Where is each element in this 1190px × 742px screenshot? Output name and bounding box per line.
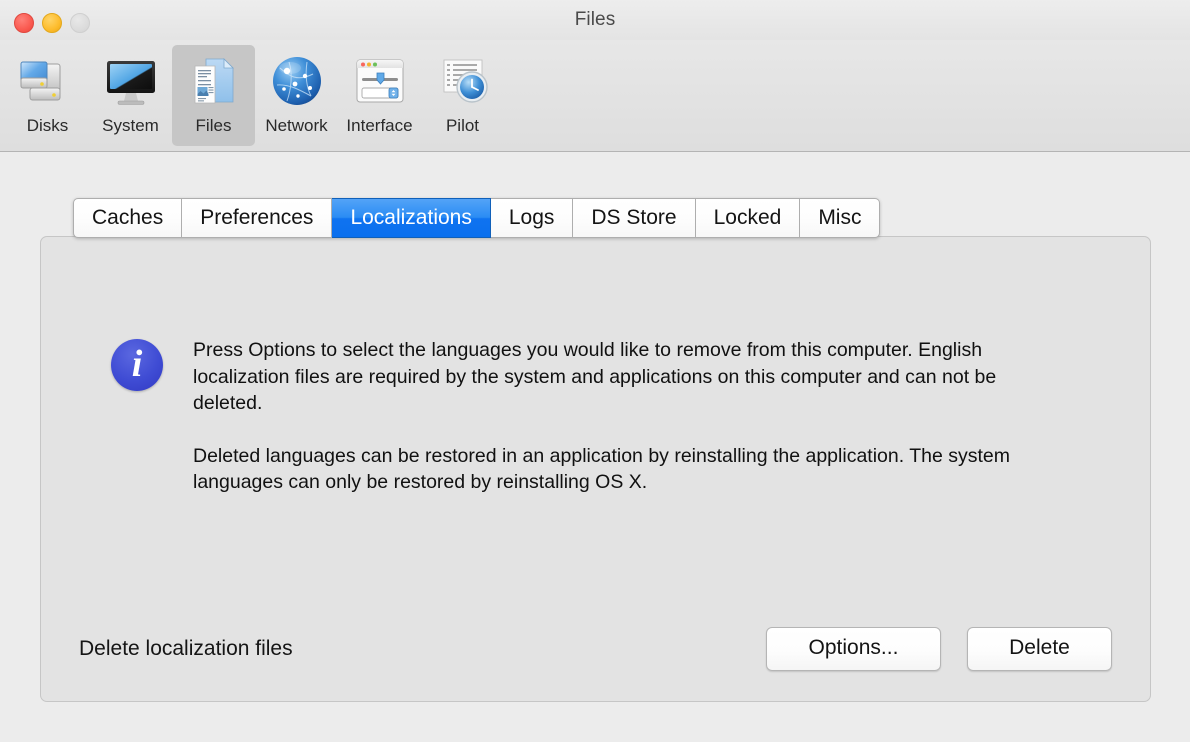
tab-caches[interactable]: Caches [73,198,183,238]
toolbar-item-files[interactable]: Files [172,45,255,146]
documents-icon [182,52,246,112]
tab-panel-localizations: i Press Options to select the languages … [40,236,1151,702]
footer-buttons: Options... Delete [766,627,1112,671]
toolbar-item-label: Files [195,116,232,135]
toolbar-item-label: Pilot [445,116,480,135]
toolbar-item-pilot[interactable]: Pilot [421,45,504,146]
info-text: Press Options to select the languages yo… [193,337,1023,496]
toolbar-item-disks[interactable]: Disks [6,45,89,146]
clock-list-icon [431,52,495,112]
tab-label: Preferences [200,206,314,229]
info-paragraph-1: Press Options to select the languages yo… [193,339,997,414]
toolbar-item-label: Disks [26,116,69,135]
tab-locked[interactable]: Locked [695,198,801,238]
app-window: Files Disks System Files Network Interfa… [0,0,1190,742]
footer-label: Delete localization files [79,637,293,660]
toolbar-item-label: Network [265,116,328,135]
title-bar: Files [0,0,1190,44]
options-button[interactable]: Options... [766,627,941,671]
display-icon [99,52,163,112]
tab-misc[interactable]: Misc [800,198,881,238]
info-paragraph-2: Deleted languages can be restored in an … [193,444,1010,494]
panel-footer: Delete localization files Options... Del… [79,627,1112,671]
disks-icon [16,52,80,112]
tab-label: Misc [818,206,862,229]
toolbar-item-label: System [102,116,159,135]
tab-ds-store[interactable]: DS Store [573,198,696,238]
info-icon-letter: i [131,343,143,385]
tab-label: DS Store [591,206,677,229]
tab-label: Logs [508,206,555,229]
tab-bar: Caches Preferences Localizations Logs DS… [73,198,881,238]
info-block: i Press Options to select the languages … [111,337,1023,496]
info-icon: i [111,339,163,391]
window-controls-icon [348,52,412,112]
toolbar-item-system[interactable]: System [89,45,172,146]
window-title: Files [574,9,616,30]
tab-logs[interactable]: Logs [490,198,574,238]
tab-localizations[interactable]: Localizations [332,198,491,238]
globe-icon [265,52,329,112]
tab-label: Caches [92,206,164,229]
toolbar: Disks System Files Network Interface Pil… [0,40,1190,152]
delete-button[interactable]: Delete [967,627,1112,671]
toolbar-item-label: Interface [346,116,413,135]
toolbar-item-interface[interactable]: Interface [338,45,421,146]
tab-label: Localizations [350,206,472,229]
tab-label: Locked [713,206,782,229]
toolbar-item-network[interactable]: Network [255,45,338,146]
tab-preferences[interactable]: Preferences [182,198,333,238]
